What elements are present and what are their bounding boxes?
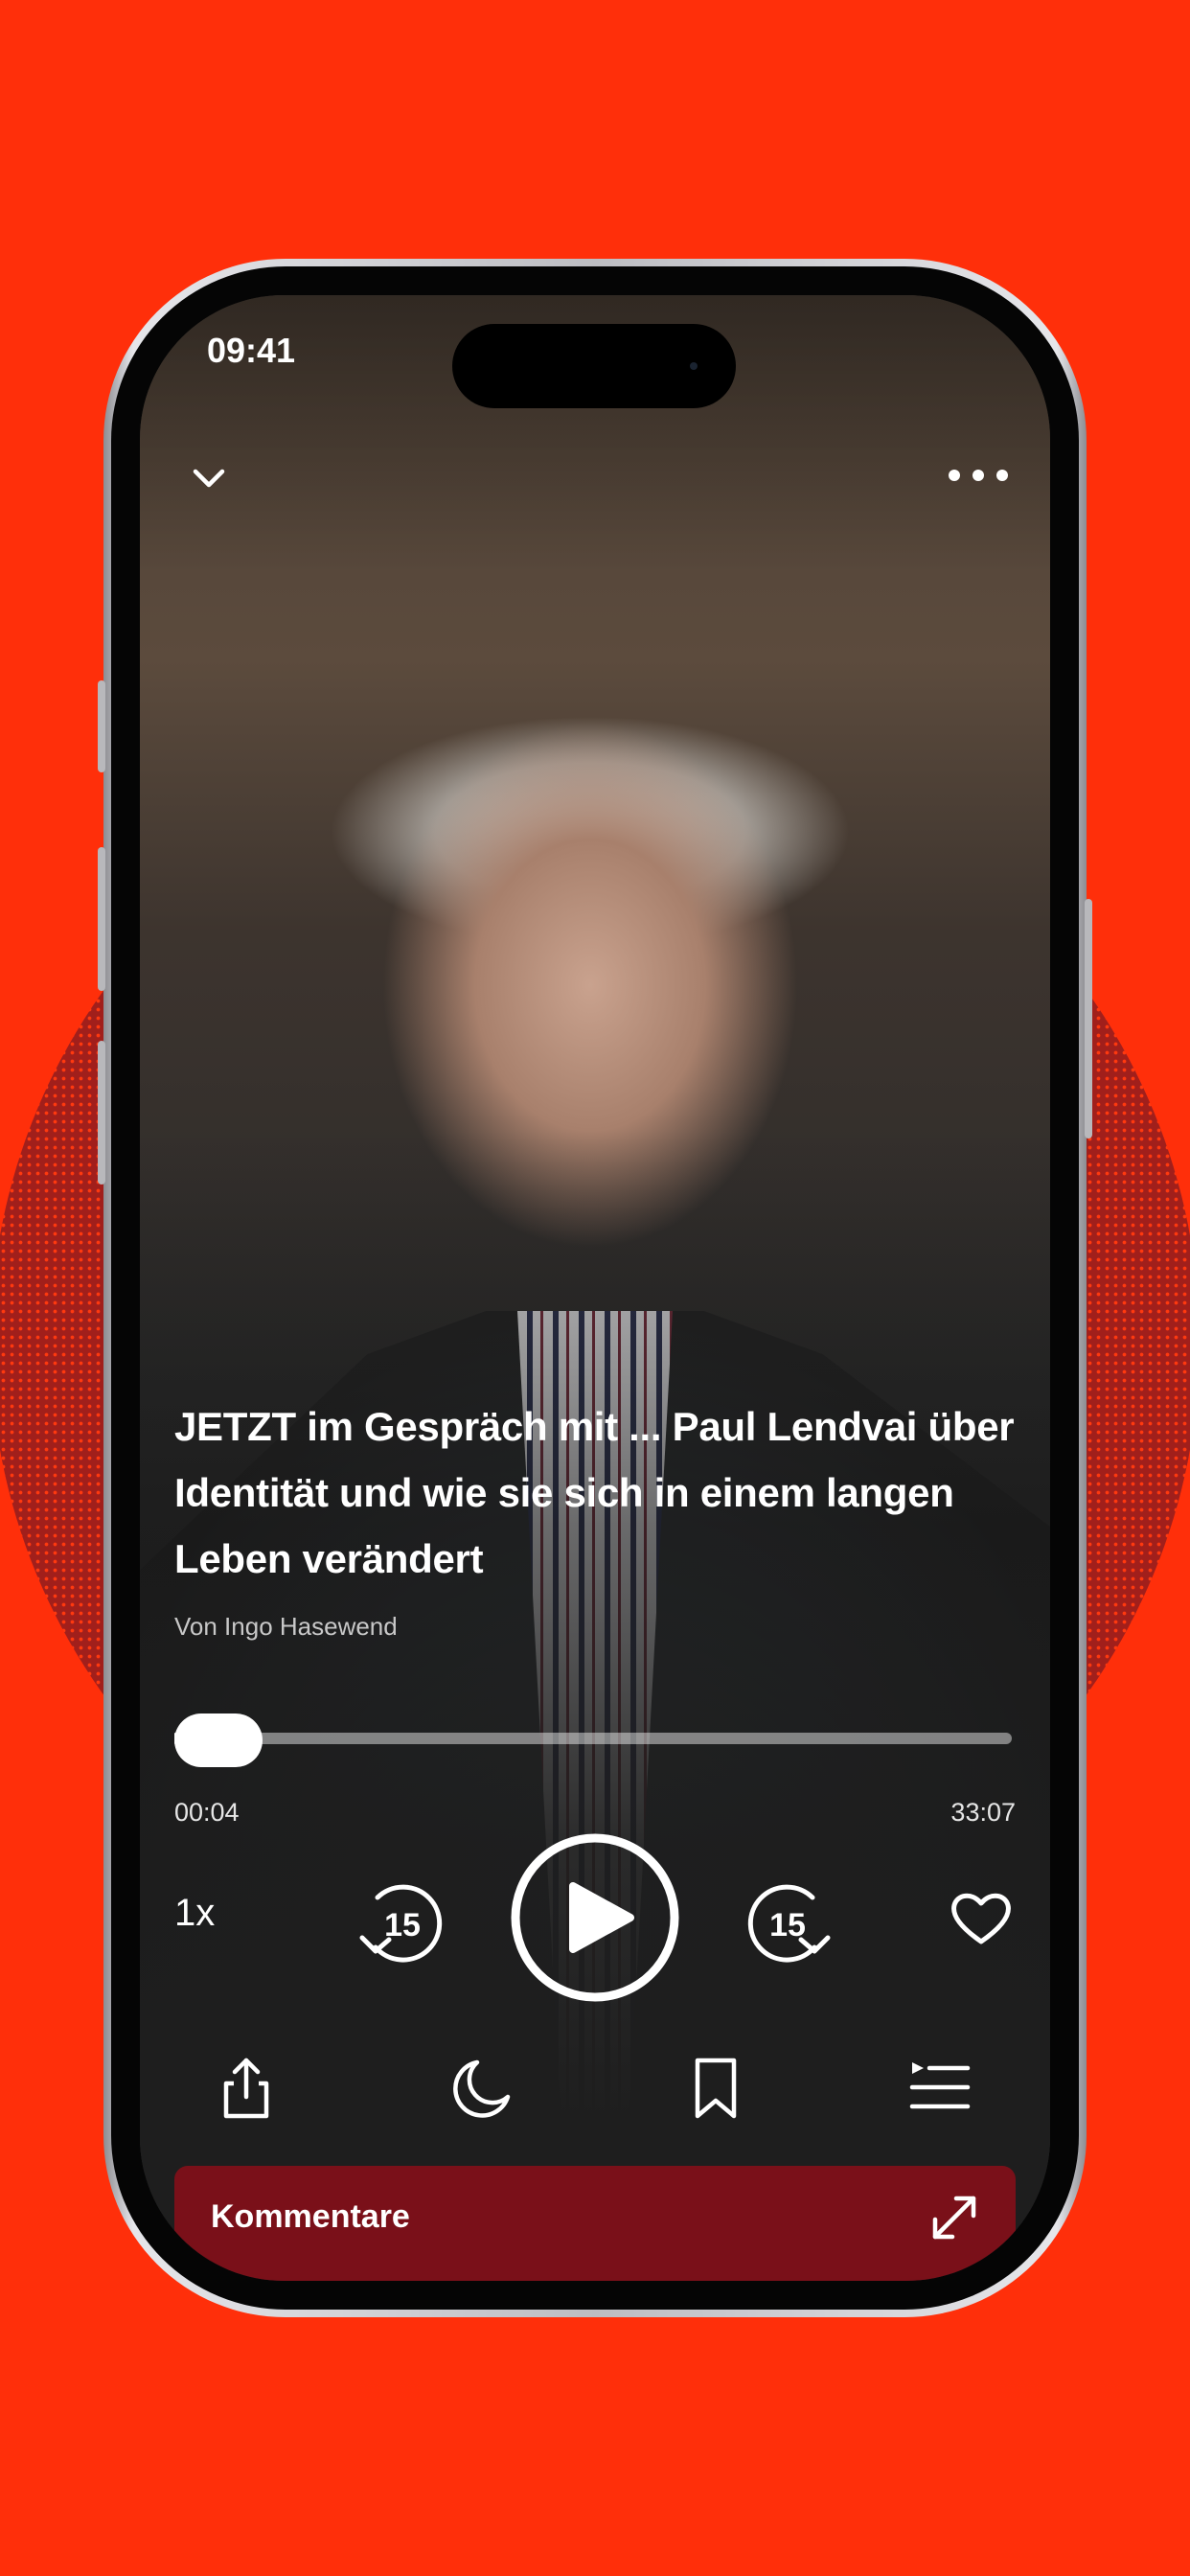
forward-15-icon: 15 [747, 1884, 831, 1963]
player-screen: 09:41 JETZT im Gespräch mit ... Paul Len… [140, 295, 1050, 2281]
queue-list-icon [909, 2062, 971, 2109]
play-button[interactable] [510, 1832, 680, 2008]
share-icon [223, 2058, 269, 2119]
bookmark-button[interactable] [682, 2055, 749, 2127]
more-options-button[interactable] [945, 454, 1012, 501]
skip-back-seconds: 15 [384, 1907, 421, 1944]
action-button [98, 680, 105, 772]
queue-button[interactable] [906, 2055, 973, 2127]
total-duration: 33:07 [950, 1798, 1016, 1827]
heart-icon [951, 1893, 1011, 1944]
skip-back-button[interactable]: 15 [347, 1869, 452, 1979]
play-icon [511, 1833, 679, 2002]
progress-track[interactable] [174, 1733, 1012, 1744]
chevron-down-icon [193, 469, 225, 488]
volume-down-button [98, 1041, 105, 1184]
more-horizontal-icon [949, 470, 1008, 481]
power-button [1085, 899, 1092, 1138]
episode-author: Von Ingo Hasewend [174, 1612, 398, 1641]
elapsed-time: 00:04 [174, 1798, 240, 1827]
skip-forward-button[interactable]: 15 [738, 1869, 843, 1979]
sleep-timer-moon-icon [453, 2059, 511, 2118]
dynamic-island [452, 324, 736, 408]
comments-panel[interactable]: Kommentare [174, 2166, 1016, 2281]
volume-up-button [98, 847, 105, 991]
progress-scrubber[interactable] [174, 1714, 263, 1767]
expand-icon[interactable] [927, 2191, 981, 2244]
episode-title: JETZT im Gespräch mit ... Paul Lendvai ü… [174, 1404, 1015, 1581]
share-button[interactable] [213, 2055, 280, 2127]
bookmark-icon [695, 2058, 737, 2119]
comments-label: Kommentare [211, 2198, 410, 2235]
sleep-timer-button[interactable] [448, 2055, 515, 2127]
playback-speed-button[interactable]: 1x [174, 1892, 215, 1935]
collapse-button[interactable] [188, 456, 230, 503]
favorite-button[interactable] [947, 1884, 1016, 1958]
status-time: 09:41 [207, 331, 296, 370]
rewind-15-icon: 15 [359, 1884, 443, 1963]
skip-forward-seconds: 15 [769, 1907, 806, 1944]
